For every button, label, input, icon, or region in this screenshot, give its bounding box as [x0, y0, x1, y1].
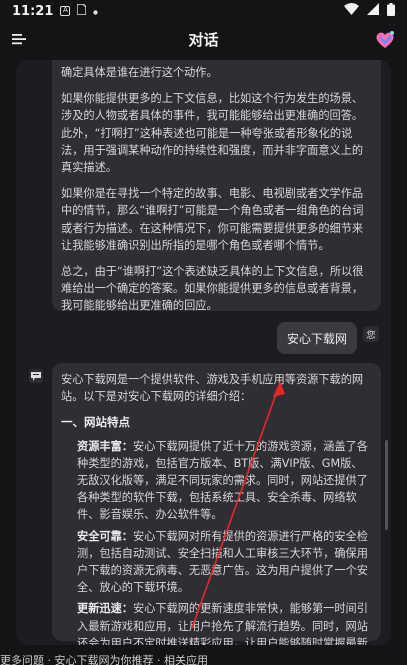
message-paragraph: 总之，由于“谁啊打”这个表述缺乏具体的上下文信息，所以很难给出一个确定的答案。如…: [61, 265, 364, 313]
dot-icon: [93, 4, 99, 19]
user-message-text: 安心下载网: [286, 331, 347, 346]
message-paragraph: 如果你是在寻找一个特定的故事、电影、电视剧或者文学作品中的情节，那么“谁啊打”可…: [61, 187, 364, 252]
a-notification-icon: A: [60, 6, 71, 16]
hamburger-menu-icon: [12, 34, 26, 45]
status-bar: 11:21 A: [0, 0, 407, 22]
section-title: 一、网站特点: [61, 415, 130, 430]
menu-button[interactable]: [10, 30, 28, 48]
assistant-message: 安心下载网是一个提供软件、游戏及手机应用等资源下载的网站。以下是对安心下载网的详…: [52, 363, 381, 645]
signal-icon: [367, 3, 379, 19]
message-paragraph: 确定具体是谁在进行这个动作。: [61, 66, 218, 79]
chat-bubble-icon: [31, 371, 41, 381]
bottom-partial-text: 更多问题 · 安心下载网为你推荐 · 相关应用: [0, 652, 407, 665]
app-logo-icon: [376, 31, 394, 48]
feature-label: 安全可靠：: [77, 529, 133, 543]
assistant-message: 确定具体是谁在进行这个动作。 如果你能提供更多的上下文信息，比如这个行为发生的场…: [52, 60, 381, 312]
user-avatar: 您: [363, 326, 379, 342]
app-logo-button[interactable]: [373, 27, 397, 51]
feature-label: 更新迅速：: [77, 602, 133, 616]
message-intro: 安心下载网是一个提供软件、游戏及手机应用等资源下载的网站。以下是对安心下载网的详…: [61, 373, 364, 404]
feature-item: 安全可靠：安心下载网对所有提供的资源进行严格的安全检测，包括自动测试、安全扫描和…: [61, 528, 372, 597]
feature-item: 资源丰富：安心下载网提供了近十万的游戏资源，涵盖了各种类型的游戏，包括官方版本、…: [61, 438, 372, 524]
app-header: 对话: [0, 22, 407, 56]
scrollbar[interactable]: [385, 440, 388, 530]
feature-label: 资源丰富：: [77, 439, 133, 453]
message-paragraph: 如果你能提供更多的上下文信息，比如这个行为发生的场景、涉及的人物或者具体的事件，…: [61, 92, 364, 175]
page-title: 对话: [188, 30, 219, 49]
feature-item: 更新迅速：安心下载网的更新速度非常快，能够第一时间引入最新游戏和应用，让用户抢先…: [61, 600, 372, 645]
battery-icon: [387, 2, 395, 20]
chat-panel[interactable]: 确定具体是谁在进行这个动作。 如果你能提供更多的上下文信息，比如这个行为发生的场…: [16, 60, 391, 645]
clock: 11:21: [12, 3, 54, 19]
wifi-icon: [344, 3, 359, 19]
bot-avatar: [29, 369, 43, 383]
sim-card-icon: [76, 2, 88, 19]
user-message[interactable]: 安心下载网: [276, 322, 357, 354]
